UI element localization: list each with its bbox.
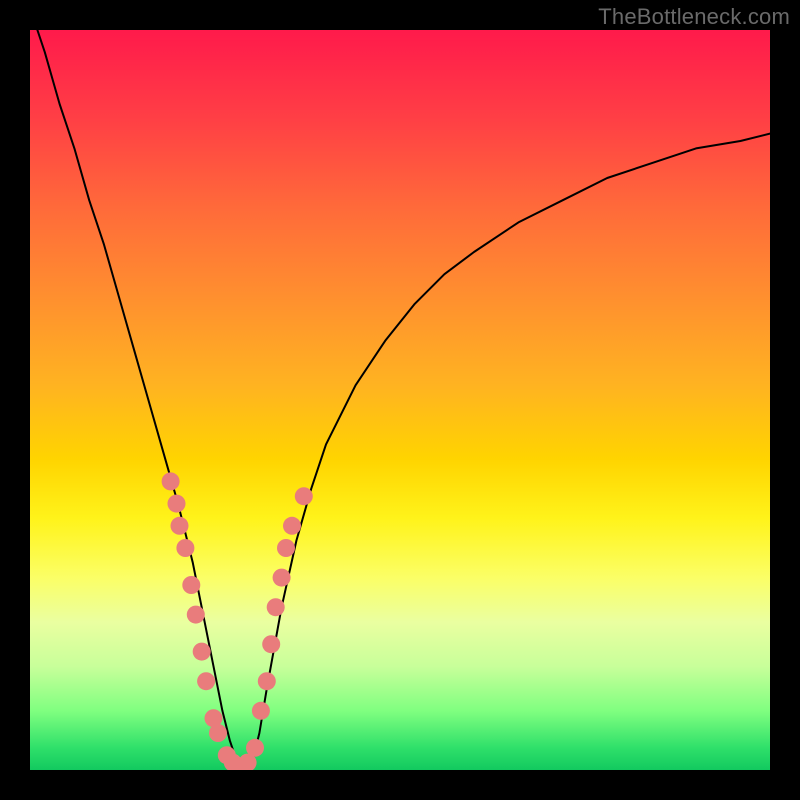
data-marker [258,672,276,690]
data-marker [168,495,186,513]
data-marker [277,539,295,557]
data-marker [283,517,301,535]
data-marker [252,702,270,720]
watermark-text: TheBottleneck.com [598,4,790,30]
data-marker [162,472,180,490]
chart-stage: TheBottleneck.com [0,0,800,800]
data-markers [162,472,313,770]
data-marker [267,598,285,616]
data-marker [273,569,291,587]
data-marker [295,487,313,505]
data-marker [209,724,227,742]
bottleneck-curve [30,30,770,770]
data-marker [193,643,211,661]
data-marker [176,539,194,557]
data-marker [182,576,200,594]
data-marker [187,606,205,624]
data-marker [246,739,264,757]
data-marker [262,635,280,653]
data-marker [197,672,215,690]
chart-svg [30,30,770,770]
data-marker [171,517,189,535]
plot-area [30,30,770,770]
